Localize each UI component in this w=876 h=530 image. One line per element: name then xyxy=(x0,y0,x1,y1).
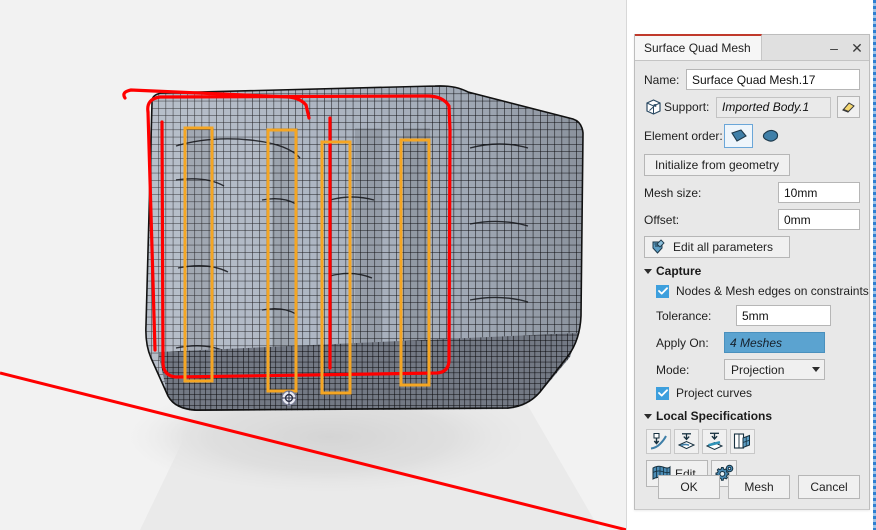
dialog-title-tab[interactable]: Surface Quad Mesh xyxy=(635,34,762,60)
support-label: Support: xyxy=(664,100,710,114)
name-label: Name: xyxy=(644,72,680,87)
offset-row: Offset: 0mm xyxy=(644,209,860,230)
parabolic-element-icon[interactable] xyxy=(756,124,785,148)
3d-viewport[interactable] xyxy=(0,0,627,530)
local-spec-tools xyxy=(646,429,860,454)
local-specifications-section-header[interactable]: Local Specifications xyxy=(644,409,860,423)
local-specifications-label: Local Specifications xyxy=(656,409,773,423)
project-curves-checkbox[interactable] xyxy=(656,386,669,400)
dialog-title: Surface Quad Mesh xyxy=(644,41,751,55)
mesh-capture-icon[interactable] xyxy=(730,429,755,454)
edit-all-parameters-button[interactable]: Edit all parameters xyxy=(644,236,790,258)
offset-label: Offset: xyxy=(644,212,680,227)
eraser-icon[interactable] xyxy=(837,96,860,118)
name-row: Name: Surface Quad Mesh.17 xyxy=(644,69,860,90)
right-dock: Surface Quad Mesh – ✕ Name: Surface Quad… xyxy=(630,0,876,530)
mode-label: Mode: xyxy=(656,362,690,377)
close-icon[interactable]: ✕ xyxy=(850,41,864,55)
initialize-from-geometry-button[interactable]: Initialize from geometry xyxy=(644,154,790,176)
nodes-mesh-edges-row: Nodes & Mesh edges on constraints xyxy=(656,284,869,298)
project-curves-row: Project curves xyxy=(656,386,860,400)
chevron-down-icon xyxy=(644,268,652,274)
parameters-icon xyxy=(649,238,668,256)
tolerance-label: Tolerance: xyxy=(656,308,712,323)
linear-element-icon[interactable] xyxy=(724,124,753,148)
offset-input[interactable]: 0mm xyxy=(778,209,860,230)
support-value[interactable]: Imported Body.1 xyxy=(716,96,831,118)
apply-on-row: Apply On: 4 Meshes xyxy=(656,332,860,353)
apply-on-label: Apply On: xyxy=(656,335,709,350)
element-order-label: Element order: xyxy=(644,129,723,143)
origin-axis-icon xyxy=(281,390,297,406)
initialize-row: Initialize from geometry xyxy=(644,154,860,176)
chevron-down-icon xyxy=(644,413,652,419)
dialog-body: Name: Surface Quad Mesh.17 Support: Impo… xyxy=(635,61,869,509)
box-wireframe-icon xyxy=(644,98,663,116)
local-sag-icon[interactable] xyxy=(674,429,699,454)
support-row: Support: Imported Body.1 xyxy=(644,96,860,118)
mode-row: Mode: Projection xyxy=(656,359,860,380)
tolerance-row: Tolerance: 5mm xyxy=(656,305,860,326)
mesh-size-input[interactable]: 10mm xyxy=(778,182,860,203)
capture-section-header[interactable]: Capture xyxy=(644,264,860,278)
imposed-edge-icon[interactable] xyxy=(702,429,727,454)
tolerance-input[interactable]: 5mm xyxy=(736,305,831,326)
minimize-icon[interactable]: – xyxy=(827,41,841,55)
quad-mesh-model[interactable] xyxy=(122,80,600,420)
mode-select[interactable]: Projection xyxy=(724,359,825,380)
capture-section-label: Capture xyxy=(656,264,702,278)
apply-on-value[interactable]: 4 Meshes xyxy=(724,332,825,353)
edit-all-parameters-row: Edit all parameters xyxy=(644,236,860,258)
chevron-down-icon xyxy=(812,367,820,372)
cancel-button[interactable]: Cancel xyxy=(798,475,860,499)
window-controls: – ✕ xyxy=(827,35,864,61)
project-curves-label: Project curves xyxy=(676,386,753,400)
surface-quad-mesh-dialog: Surface Quad Mesh – ✕ Name: Surface Quad… xyxy=(634,34,870,510)
mesh-button[interactable]: Mesh xyxy=(728,475,790,499)
nodes-mesh-edges-checkbox[interactable] xyxy=(656,284,669,298)
name-input[interactable]: Surface Quad Mesh.17 xyxy=(686,69,860,90)
dialog-titlebar[interactable]: Surface Quad Mesh – ✕ xyxy=(635,34,869,61)
nodes-mesh-edges-label: Nodes & Mesh edges on constraints xyxy=(676,284,869,298)
ok-button[interactable]: OK xyxy=(658,475,720,499)
viewport-scene xyxy=(0,0,627,530)
mesh-size-label: Mesh size: xyxy=(644,185,702,200)
mode-value: Projection xyxy=(731,362,785,377)
mesh-size-row: Mesh size: 10mm xyxy=(644,182,860,203)
app-root: Surface Quad Mesh – ✕ Name: Surface Quad… xyxy=(0,0,876,530)
edit-all-parameters-label: Edit all parameters xyxy=(673,240,774,254)
local-mesh-size-icon[interactable] xyxy=(646,429,671,454)
element-order-row: Element order: xyxy=(644,124,860,148)
dialog-footer: OK Mesh Cancel xyxy=(644,475,860,499)
